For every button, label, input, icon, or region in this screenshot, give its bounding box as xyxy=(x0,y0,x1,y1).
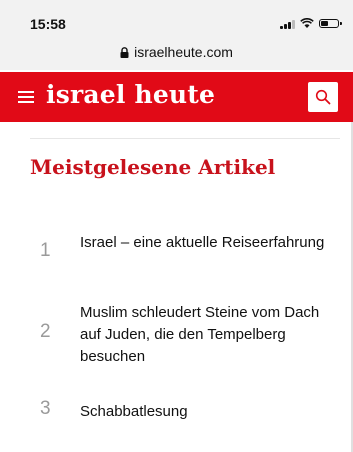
article-title[interactable]: Schabbatlesung xyxy=(80,401,340,423)
site-header: israel heute xyxy=(0,72,353,122)
status-icons xyxy=(280,18,342,29)
signal-icon xyxy=(280,19,295,29)
lock-icon xyxy=(120,46,129,58)
wifi-icon xyxy=(300,18,314,28)
article-number: 1 xyxy=(40,240,51,261)
url-bar[interactable]: israelheute.com xyxy=(0,36,353,70)
battery-icon xyxy=(319,19,342,28)
url-domain: israelheute.com xyxy=(134,44,233,60)
menu-icon[interactable] xyxy=(18,91,34,103)
status-bar: 15:58 xyxy=(0,0,353,36)
article-number: 2 xyxy=(40,321,51,342)
site-logo[interactable]: israel heute xyxy=(46,80,215,109)
search-icon xyxy=(315,89,331,105)
article-number: 3 xyxy=(40,398,51,419)
search-button[interactable] xyxy=(308,82,338,112)
section-title: Meistgelesene Artikel xyxy=(30,155,276,179)
status-time: 15:58 xyxy=(30,16,66,32)
article-title[interactable]: Israel – eine aktuelle Reiseerfahrung xyxy=(80,232,340,254)
section-divider xyxy=(30,138,340,139)
article-title[interactable]: Muslim schleudert Steine vom Dach auf Ju… xyxy=(80,302,340,368)
